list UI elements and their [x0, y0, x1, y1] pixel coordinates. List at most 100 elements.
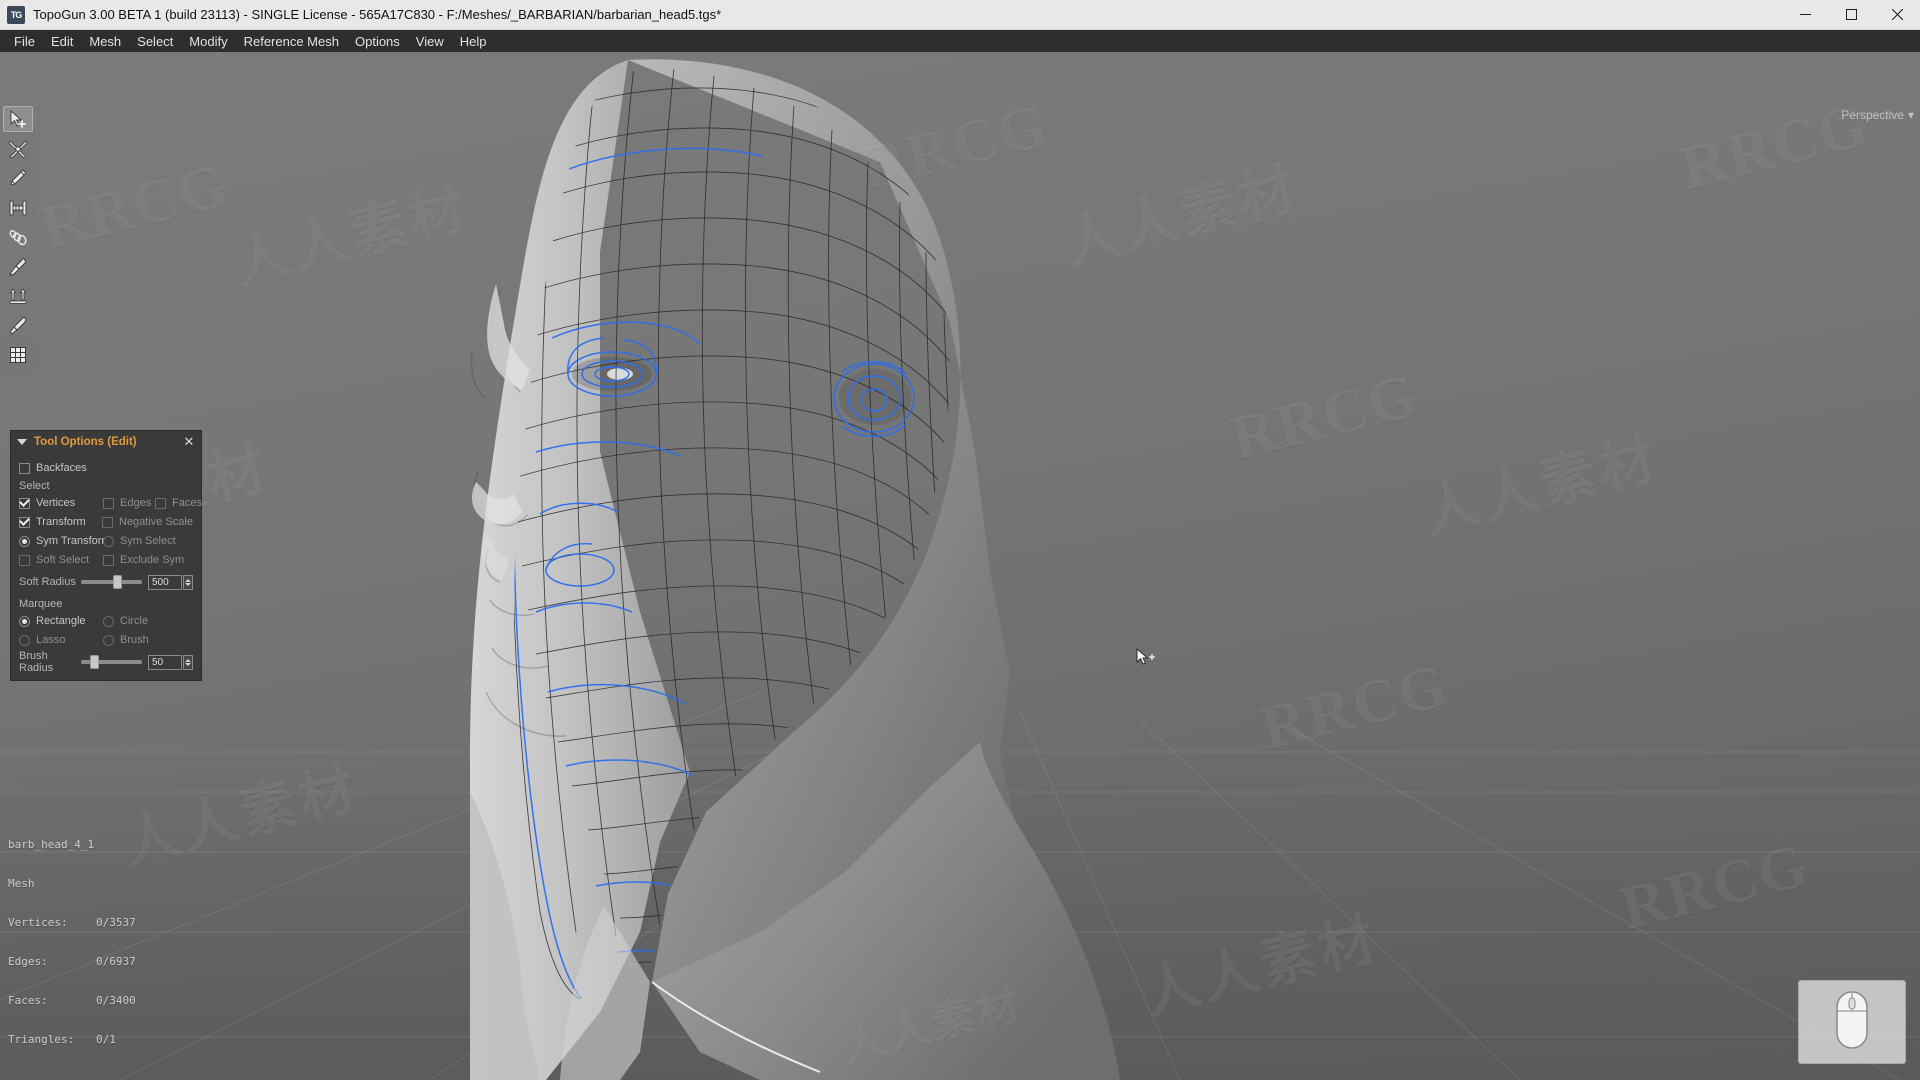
sym-transform-radio[interactable]: Sym Transform [19, 535, 111, 547]
brush-radius-input[interactable]: 50 [148, 654, 182, 670]
backfaces-row: Backfaces [19, 459, 193, 477]
tool-options-header[interactable]: Tool Options (Edit) ✕ [11, 431, 201, 453]
grid-icon [8, 345, 28, 365]
transform-checkbox[interactable]: Transform [19, 516, 102, 528]
brush-radius-knob[interactable] [89, 655, 99, 669]
sym-select-label: Sym Select [120, 535, 176, 547]
tool-palette [0, 104, 36, 372]
radio-circle [19, 615, 30, 627]
navigation-help-widget[interactable] [1798, 980, 1906, 1064]
menu-help[interactable]: Help [452, 32, 495, 51]
soft-radius-slider[interactable] [81, 575, 142, 589]
close-button[interactable] [1874, 0, 1920, 30]
minimize-button[interactable] [1782, 0, 1828, 30]
brush-radius-label: Brush Radius [19, 650, 54, 674]
edges-label: Edges [120, 497, 152, 509]
create-tool-button[interactable] [3, 136, 33, 162]
bridge-tool-button[interactable] [3, 195, 33, 221]
sym-select-radio[interactable]: Sym Select [103, 535, 176, 547]
window-titlebar: TG TopoGun 3.00 BETA 1 (build 23113) - S… [0, 0, 1920, 30]
status-key: Faces: [8, 994, 48, 1007]
menu-view[interactable]: View [408, 32, 452, 51]
soft-select-label: Soft Select [36, 554, 90, 566]
lasso-radio[interactable]: Lasso [19, 634, 103, 646]
menu-select[interactable]: Select [129, 32, 181, 51]
bridge-icon [8, 198, 28, 218]
menu-reference-mesh[interactable]: Reference Mesh [236, 32, 347, 51]
status-value: 0/3400 [96, 994, 136, 1007]
soft-radius-knob[interactable] [112, 575, 122, 589]
chevron-down-icon: ▾ [1907, 108, 1914, 122]
mouse-icon [1831, 989, 1873, 1056]
menu-mesh[interactable]: Mesh [81, 32, 129, 51]
stepper-up-icon[interactable] [185, 658, 191, 662]
brush-tool-button[interactable] [3, 254, 33, 280]
soft-select-row: Soft Select Exclude Sym [19, 551, 193, 569]
transform-row: Transform Negative Scale [19, 513, 193, 531]
negative-scale-label: Negative Scale [119, 516, 193, 528]
circle-radio[interactable]: Circle [103, 615, 148, 627]
vertices-checkbox[interactable]: Vertices [19, 497, 103, 509]
status-value: 0/1 [96, 1033, 116, 1046]
tool-options-title: Tool Options (Edit) [34, 435, 137, 448]
reference-mesh-head [0, 52, 1920, 1080]
backfaces-checkbox[interactable]: Backfaces [19, 462, 87, 474]
brush-radio[interactable]: Brush [103, 634, 149, 646]
stepper-up-icon[interactable] [185, 578, 191, 582]
radio-circle [103, 615, 114, 627]
marquee-section-label: Marquee [19, 598, 63, 610]
menu-options[interactable]: Options [347, 32, 408, 51]
object-type: Mesh [8, 877, 35, 890]
checkbox-box [19, 497, 30, 509]
projection-mode-text: Perspective [1841, 108, 1904, 122]
tubes-tool-button[interactable] [3, 224, 33, 250]
extrude-arrows-icon [8, 286, 28, 306]
rectangle-radio[interactable]: Rectangle [19, 615, 103, 627]
window-title: TopoGun 3.00 BETA 1 (build 23113) - SING… [33, 7, 722, 22]
select-tool-button[interactable] [3, 106, 33, 132]
status-row-faces: Faces: 0/3400 [8, 994, 136, 1007]
extrude-tool-button[interactable] [3, 283, 33, 309]
draw-tool-button[interactable] [3, 165, 33, 191]
menu-edit[interactable]: Edit [43, 32, 81, 51]
brush-radius-row: Brush Radius 50 [19, 650, 193, 674]
radio-circle [103, 634, 114, 646]
viewport-3d[interactable]: RRCG 人人素材 RRCG 人人素材 RRCG 人人素材 RRCG 人人素材 … [0, 52, 1920, 1080]
status-row-vertices: Vertices: 0/3537 [8, 916, 136, 929]
status-row-triangles: Triangles: 0/1 [8, 1033, 136, 1046]
status-value: 0/3537 [96, 916, 136, 929]
menu-file[interactable]: File [6, 32, 43, 51]
exclude-sym-label: Exclude Sym [120, 554, 185, 566]
triangle-down-icon[interactable] [17, 438, 27, 445]
status-key: Vertices: [8, 916, 68, 929]
select-section-label: Select [19, 480, 50, 492]
close-icon[interactable]: ✕ [182, 434, 196, 448]
four-point-star-icon [8, 139, 28, 159]
projection-mode-label[interactable]: Perspective ▾ [1841, 108, 1914, 122]
checkbox-box [19, 462, 30, 474]
menu-modify[interactable]: Modify [181, 32, 235, 51]
stepper-down-icon[interactable] [185, 582, 191, 586]
negative-scale-checkbox[interactable]: Negative Scale [102, 516, 193, 528]
soft-radius-row: Soft Radius 500 [19, 572, 193, 592]
knife-tool-button[interactable] [3, 313, 33, 339]
faces-checkbox[interactable]: Faces [155, 497, 202, 509]
brush-label: Brush [120, 634, 149, 646]
marquee-row-2: Lasso Brush [19, 631, 193, 649]
status-key: Triangles: [8, 1033, 75, 1046]
stepper-down-icon[interactable] [185, 662, 191, 666]
exclude-sym-checkbox[interactable]: Exclude Sym [103, 554, 184, 566]
soft-radius-input[interactable]: 500 [148, 574, 182, 590]
lasso-label: Lasso [36, 634, 66, 646]
maximize-button[interactable] [1828, 0, 1874, 30]
pencil-icon [8, 168, 28, 188]
brush-radius-slider[interactable] [81, 655, 142, 669]
soft-radius-stepper[interactable] [183, 574, 193, 590]
status-row-edges: Edges: 0/6937 [8, 955, 136, 968]
subdivide-tool-button[interactable] [3, 342, 33, 368]
knife-icon [8, 316, 28, 336]
brush-radius-stepper[interactable] [183, 654, 193, 670]
tool-options-panel: Tool Options (Edit) ✕ Backfaces Select V… [10, 430, 202, 681]
paintbrush-icon [8, 257, 28, 277]
soft-select-checkbox[interactable]: Soft Select [19, 554, 103, 566]
